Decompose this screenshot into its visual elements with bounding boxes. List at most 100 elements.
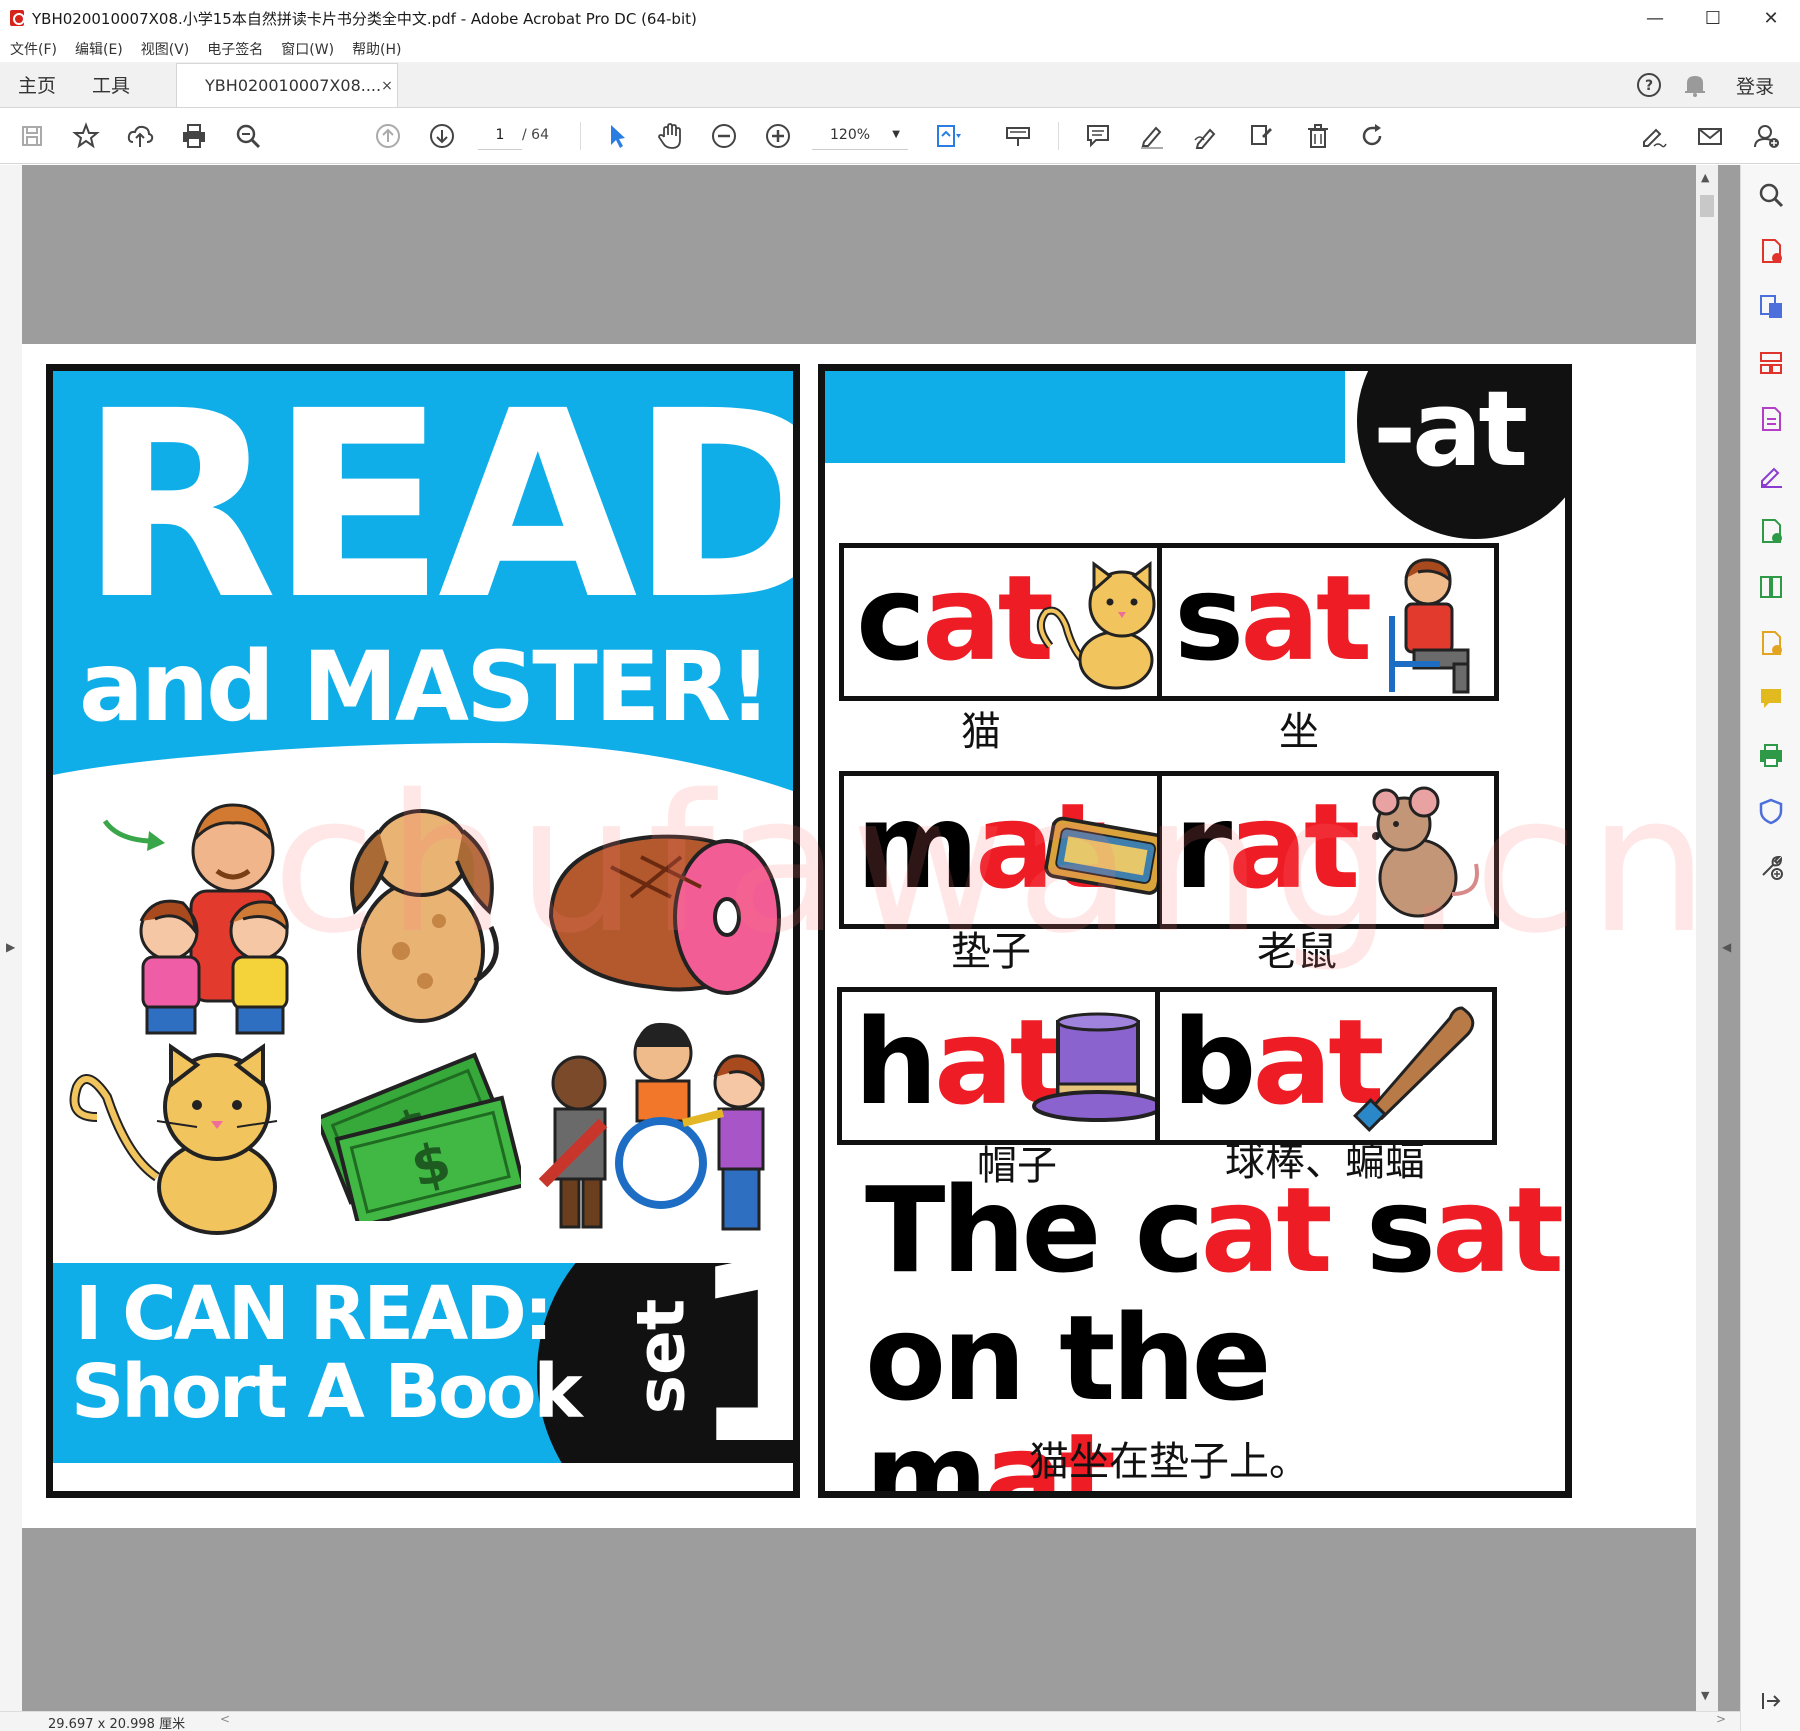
page-number-input[interactable]: 1 — [478, 120, 522, 150]
page-dimensions: 29.697 x 20.998 厘米 — [48, 1717, 186, 1731]
page-total: / 64 — [522, 127, 549, 143]
export-pdf-icon[interactable] — [1755, 291, 1787, 323]
send-for-signature-icon[interactable] — [1755, 515, 1787, 547]
fit-page-icon[interactable] — [928, 116, 968, 156]
zoom-out-icon[interactable] — [704, 116, 744, 156]
word-onset: h — [854, 993, 938, 1131]
expand-pane-icon[interactable] — [1755, 1685, 1787, 1717]
window-title: YBH020010007X08.小学15本自然拼读卡片书分类全中文.pdf - … — [32, 9, 697, 28]
word-onset: m — [865, 1407, 988, 1498]
print-icon[interactable] — [174, 116, 214, 156]
menu-window[interactable]: 窗口(W) — [281, 39, 334, 59]
word-text: rat — [1174, 781, 1360, 912]
cover-tagline-1: I CAN READ: — [75, 1271, 553, 1357]
word-onset: s — [1174, 549, 1244, 687]
sitting-boy-picture — [1389, 558, 1470, 694]
select-cursor-icon[interactable] — [596, 116, 636, 156]
edit-pdf-icon[interactable] — [1755, 403, 1787, 435]
tab-document[interactable]: YBH020010007X08.... × — [176, 63, 399, 107]
menu-edit[interactable]: 编辑(E) — [75, 39, 123, 59]
print-production-icon[interactable] — [1755, 739, 1787, 771]
menu-esign[interactable]: 电子签名 — [207, 39, 263, 59]
draw-icon[interactable] — [1186, 116, 1226, 156]
star-icon[interactable] — [66, 116, 106, 156]
close-tab-icon[interactable]: × — [381, 78, 393, 94]
fill-sign-icon[interactable] — [1755, 459, 1787, 491]
word-card-bat: bat — [1155, 987, 1497, 1145]
sign-icon[interactable] — [1634, 116, 1674, 156]
stamp-icon[interactable] — [1240, 116, 1280, 156]
next-page-icon[interactable] — [422, 116, 462, 156]
menu-bar: 文件(F) 编辑(E) 视图(V) 电子签名 窗口(W) 帮助(H) — [0, 36, 1800, 62]
word-text: cat — [856, 553, 1054, 684]
collapse-right-panel-icon[interactable]: ◀ — [1722, 940, 1731, 954]
welcome-mat-picture — [1044, 816, 1167, 895]
protect-shield-icon[interactable] — [1755, 795, 1787, 827]
title-bar: YBH020010007X08.小学15本自然拼读卡片书分类全中文.pdf - … — [0, 0, 1800, 36]
minimize-button[interactable]: — — [1626, 0, 1684, 36]
maximize-button[interactable]: ☐ — [1684, 0, 1742, 36]
scrollbar-thumb[interactable] — [1700, 195, 1714, 217]
previous-page-icon[interactable] — [368, 116, 408, 156]
scroll-down-icon[interactable]: ▼ — [1701, 1689, 1709, 1702]
tab-tools[interactable]: 工具 — [74, 61, 148, 107]
tools-pane — [1740, 165, 1800, 1731]
word-card-mat: mat — [839, 771, 1181, 929]
word-onset: b — [1172, 993, 1256, 1131]
expand-left-panel-icon[interactable]: ▶ — [6, 940, 15, 954]
highlight-icon[interactable] — [1132, 116, 1172, 156]
menu-help[interactable]: 帮助(H) — [352, 39, 401, 59]
scroll-up-icon[interactable]: ▲ — [1701, 171, 1709, 184]
share-user-icon[interactable] — [1746, 116, 1786, 156]
word-card-hat: hat — [837, 987, 1179, 1145]
left-navigation-strip[interactable]: ▶ — [0, 165, 22, 1711]
rotate-icon[interactable] — [1352, 116, 1392, 156]
tab-home[interactable]: 主页 — [0, 61, 74, 107]
delete-icon[interactable] — [1298, 116, 1338, 156]
word-onset: r — [1174, 777, 1232, 915]
zoom-in-icon[interactable] — [758, 116, 798, 156]
more-tools-icon[interactable] — [1755, 851, 1787, 883]
comment-tool-icon[interactable] — [1755, 683, 1787, 715]
close-window-button[interactable]: ✕ — [1742, 0, 1800, 36]
vertical-scrollbar[interactable]: ▲ ▼ — [1696, 165, 1718, 1711]
comment-icon[interactable] — [1078, 116, 1118, 156]
compare-files-icon[interactable] — [1755, 571, 1787, 603]
cloud-upload-icon[interactable] — [120, 116, 160, 156]
organize-pages-icon[interactable] — [1755, 347, 1787, 379]
cat-picture — [1036, 561, 1156, 690]
word-family-label: -at — [1373, 368, 1528, 490]
dog-picture — [350, 809, 499, 1023]
menu-view[interactable]: 视图(V) — [141, 39, 190, 59]
enhance-scan-icon[interactable] — [1755, 179, 1787, 211]
sentence-translation: 猫坐在垫子上。 — [1029, 1439, 1309, 1485]
sentence-word: sat — [1366, 1161, 1564, 1299]
bell-icon[interactable] — [1672, 62, 1718, 108]
bat-picture — [1353, 1006, 1475, 1132]
status-bar: 29.697 x 20.998 厘米 < > — [0, 1711, 1740, 1731]
cover-title: READ — [79, 364, 800, 656]
hand-tool-icon[interactable] — [650, 116, 690, 156]
ham-picture — [548, 834, 781, 995]
help-icon[interactable]: ? — [1626, 62, 1672, 108]
cover-tagline-2: Short A Book — [71, 1349, 583, 1435]
login-button[interactable]: 登录 — [1736, 72, 1774, 99]
scroll-left-icon[interactable]: < — [220, 1712, 230, 1726]
save-icon[interactable] — [12, 116, 52, 156]
word-onset: m — [856, 777, 979, 915]
word-card-cat: cat — [839, 543, 1181, 701]
rat-picture — [1372, 786, 1479, 918]
menu-file[interactable]: 文件(F) — [10, 39, 57, 59]
word-text: sat — [1174, 553, 1372, 684]
cat-picture — [69, 1043, 278, 1235]
scroll-right-icon[interactable]: > — [1716, 1712, 1726, 1726]
word-rime: at — [1200, 1161, 1333, 1299]
zoom-level-select[interactable]: 120% ▼ — [812, 120, 908, 150]
pdf-page: READ and MASTER! $ I CAN READ: Short A B… — [22, 344, 1709, 1528]
create-pdf-icon[interactable] — [1755, 235, 1787, 267]
chevron-down-icon: ▼ — [892, 129, 900, 140]
search-icon[interactable] — [228, 116, 268, 156]
keyboard-icon[interactable] — [998, 116, 1038, 156]
share-file-icon[interactable] — [1755, 627, 1787, 659]
email-icon[interactable] — [1690, 116, 1730, 156]
